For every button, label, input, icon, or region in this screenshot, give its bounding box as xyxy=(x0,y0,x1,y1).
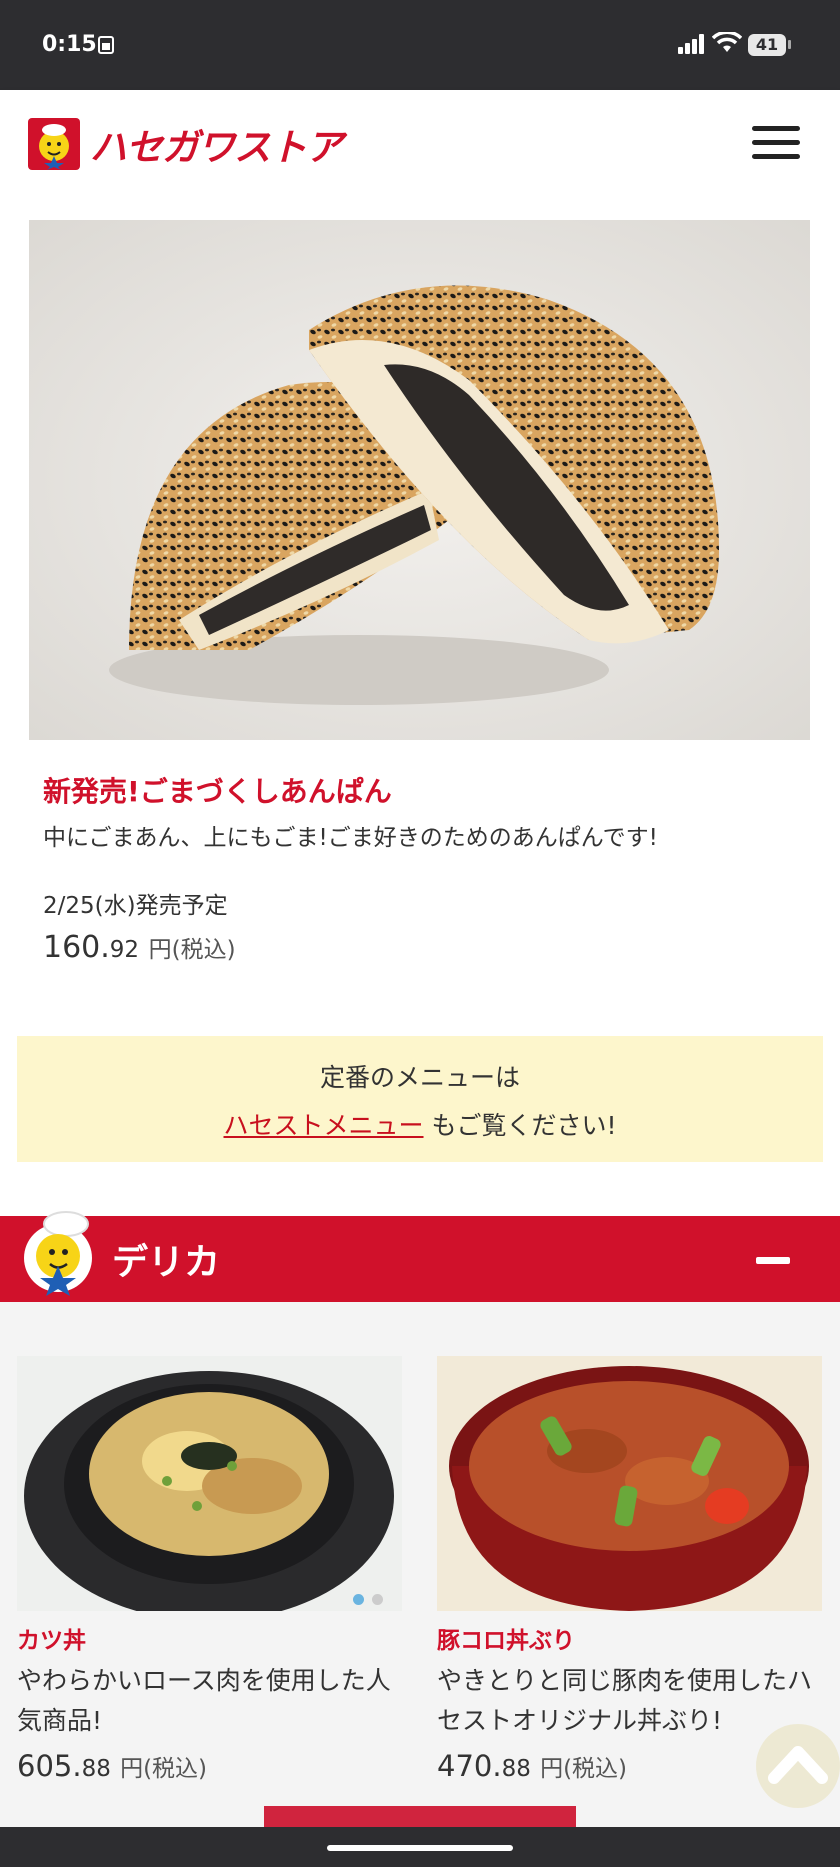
menu-notice: 定番のメニューは ハセストメニュー もご覧ください! xyxy=(17,1036,823,1162)
product-name: カツ丼 xyxy=(17,1628,86,1654)
price-integer: 470. xyxy=(437,1749,502,1783)
mascot-logo-icon xyxy=(28,118,80,170)
hasesuto-menu-link[interactable]: ハセストメニュー xyxy=(224,1111,424,1140)
price-unit: 円(税込) xyxy=(148,937,236,963)
wifi-icon xyxy=(712,32,742,52)
product-price: 605.88 円(税込) xyxy=(17,1749,402,1783)
notice-line-1: 定番のメニューは xyxy=(319,1063,520,1092)
store-logo[interactable]: ハセガワストア xyxy=(28,117,343,171)
release-date: 2/25(水)発売予定 xyxy=(43,893,228,919)
product-image[interactable] xyxy=(17,1356,402,1611)
product-card[interactable]: カツ丼 やわらかいロース肉を使用した人気商品! 605.88 円(税込) xyxy=(17,1356,402,1783)
carousel-dot[interactable] xyxy=(353,1594,364,1605)
sesame-anpan-photo xyxy=(29,220,810,740)
hamburger-line xyxy=(752,154,800,159)
product-name: 豚コロ丼ぶり xyxy=(437,1628,575,1654)
sim-card-icon xyxy=(98,36,114,54)
price-decimal: 88 xyxy=(81,1756,111,1782)
promo-image[interactable] xyxy=(29,220,810,740)
deli-section-header[interactable]: デリカ xyxy=(0,1211,840,1302)
collapse-button[interactable] xyxy=(756,1250,792,1270)
carousel-dot[interactable] xyxy=(372,1594,383,1605)
notice-suffix: もご覧ください! xyxy=(423,1111,617,1140)
product-card[interactable]: 豚コロ丼ぶり やきとりと同じ豚肉を使用したハセストオリジナル丼ぶり! 470.8… xyxy=(437,1356,822,1783)
scroll-to-top-button[interactable] xyxy=(756,1724,840,1808)
logo-text: ハセガワストア xyxy=(90,126,343,169)
promo-description: 中にごまあん、上にもごま!ごま好きのためのあんぱんです! xyxy=(43,825,658,851)
mascot-icon xyxy=(24,1211,92,1296)
price-decimal: 92 xyxy=(109,937,140,963)
battery-tip xyxy=(788,40,791,49)
butakoro-don-photo xyxy=(437,1356,822,1611)
menu-button[interactable] xyxy=(752,126,800,162)
price-decimal: 88 xyxy=(501,1756,531,1782)
katsudon-photo xyxy=(17,1356,402,1611)
product-description: やわらかいロース肉を使用した人気商品! xyxy=(17,1666,391,1735)
battery-icon: 41 xyxy=(748,34,786,56)
home-indicator-area xyxy=(0,1827,840,1867)
promo-price: 160.92 円(税込) xyxy=(43,930,236,965)
chevron-up-icon xyxy=(768,1746,828,1784)
hamburger-line xyxy=(752,140,800,145)
price-integer: 605. xyxy=(17,1749,82,1783)
minus-icon xyxy=(756,1257,790,1264)
home-indicator[interactable] xyxy=(327,1845,513,1851)
price-unit: 円(税込) xyxy=(540,1756,628,1782)
price-integer: 160. xyxy=(43,930,110,965)
price-unit: 円(税込) xyxy=(120,1756,208,1782)
notice-line-2: ハセストメニュー もご覧ください! xyxy=(17,1106,823,1142)
signal-icon xyxy=(678,34,704,54)
promo-title: 新発売!ごまづくしあんぱん xyxy=(43,775,392,808)
status-bar: 0:15 41 xyxy=(0,0,840,90)
carousel-dots xyxy=(353,1594,383,1605)
product-image[interactable] xyxy=(437,1356,822,1611)
site-header: ハセガワストア xyxy=(0,90,840,196)
section-title: デリカ xyxy=(112,1242,221,1283)
hamburger-line xyxy=(752,126,800,131)
status-time: 0:15 xyxy=(42,32,97,57)
